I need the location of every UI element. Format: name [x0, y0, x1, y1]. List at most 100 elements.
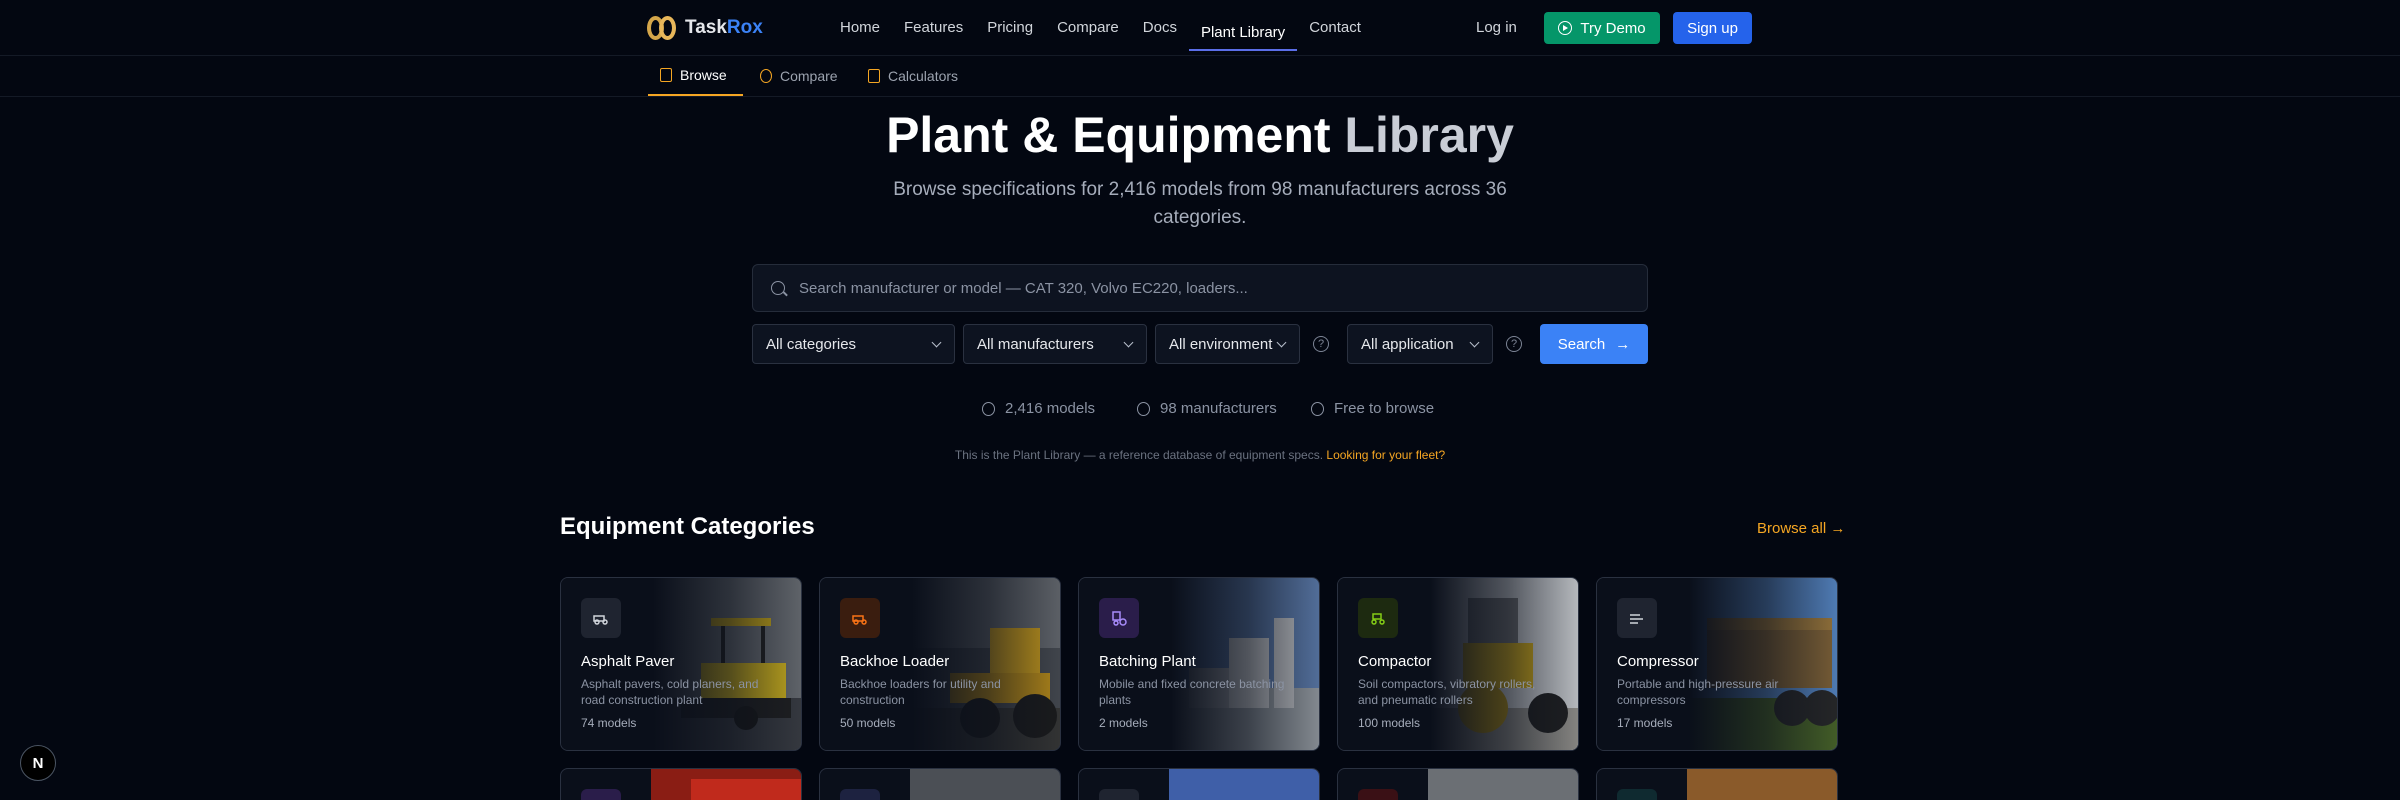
top-nav: TaskRox Home Features Pricing Compare Do…	[0, 0, 2400, 56]
category-select[interactable]: All categories	[752, 324, 955, 364]
page-title-fade: Library	[1344, 107, 1514, 163]
chevron-down-icon	[931, 337, 942, 347]
category-select-value: All categories	[766, 335, 857, 353]
compare-icon	[760, 69, 772, 83]
tab-compare-label: Compare	[780, 68, 838, 84]
login-link[interactable]: Log in	[1464, 16, 1529, 39]
category-image	[1687, 769, 1837, 800]
compressor-icon	[1617, 598, 1657, 638]
application-select-value: All application	[1361, 335, 1454, 353]
search-box[interactable]	[752, 264, 1648, 312]
search-icon	[1311, 401, 1324, 416]
category-name: Compressor	[1617, 653, 1699, 670]
logo[interactable]: TaskRox	[647, 14, 763, 42]
try-demo-button[interactable]: Try Demo	[1544, 12, 1660, 44]
nav-features[interactable]: Features	[892, 10, 975, 46]
category-card-asphalt-paver[interactable]: Asphalt Paver Asphalt pavers, cold plane…	[560, 577, 802, 751]
nav-links: Home Features Pricing Compare Docs Plant…	[828, 0, 1373, 56]
brand-name-part2: Rox	[726, 17, 763, 38]
environment-select[interactable]: All environment	[1155, 324, 1300, 364]
fleet-link[interactable]: Looking for your fleet?	[1326, 448, 1445, 462]
logo-mark-icon	[647, 14, 677, 42]
category-image	[651, 769, 801, 800]
category-count: 74 models	[581, 716, 637, 730]
manufacturer-select-value: All manufacturers	[977, 335, 1094, 353]
category-image	[1169, 769, 1319, 800]
category-description: Portable and high-pressure air compresso…	[1617, 677, 1779, 707]
category-card-row2-2[interactable]	[819, 768, 1061, 800]
page-title: Plant & Equipment Library	[0, 106, 2400, 164]
stat-free-label: Free to browse	[1334, 400, 1435, 417]
category-count: 2 models	[1099, 716, 1148, 730]
search-input[interactable]	[799, 279, 1619, 297]
environment-help-icon[interactable]: ?	[1313, 336, 1329, 352]
category-card-compactor[interactable]: Compactor Soil compactors, vibratory rol…	[1337, 577, 1579, 751]
browse-all-label: Browse all	[1757, 520, 1827, 537]
browse-all-link[interactable]: Browse all →	[1757, 520, 1845, 537]
search-icon	[771, 281, 785, 295]
category-name: Asphalt Paver	[581, 653, 675, 670]
tab-compare[interactable]: Compare	[748, 56, 850, 96]
category-card-compressor[interactable]: Compressor Portable and high-pressure ai…	[1596, 577, 1838, 751]
section-title: Equipment Categories	[560, 513, 815, 540]
tab-browse[interactable]: Browse	[648, 56, 743, 96]
tab-calculators[interactable]: Calculators	[856, 56, 970, 96]
disclaimer-text: This is the Plant Library — a reference …	[954, 448, 1327, 462]
try-demo-label: Try Demo	[1580, 19, 1646, 37]
category-card-batching-plant[interactable]: Batching Plant Mobile and fixed concrete…	[1078, 577, 1320, 751]
search-button[interactable]: Search →	[1540, 324, 1648, 364]
category-card-row2-1[interactable]	[560, 768, 802, 800]
category-icon	[1617, 789, 1657, 800]
nav-home[interactable]: Home	[828, 10, 892, 46]
play-icon	[1558, 21, 1573, 35]
category-name: Batching Plant	[1099, 653, 1196, 670]
environment-select-value: All environment	[1169, 335, 1273, 353]
category-card-row2-3[interactable]	[1078, 768, 1320, 800]
chevron-down-icon	[1469, 337, 1480, 347]
page-subtitle: Browse specifications for 2,416 models f…	[893, 179, 1507, 228]
brand-name-part1: Task	[685, 17, 727, 38]
users-icon	[1137, 401, 1150, 416]
manufacturer-select[interactable]: All manufacturers	[963, 324, 1147, 364]
category-description: Backhoe loaders for utility and construc…	[840, 677, 1001, 707]
sign-up-button[interactable]: Sign up	[1673, 12, 1752, 44]
chevron-down-icon	[1123, 337, 1134, 347]
category-card-backhoe-loader[interactable]: Backhoe Loader Backhoe loaders for utili…	[819, 577, 1061, 751]
compactor-icon	[1358, 598, 1398, 638]
search-button-label: Search	[1557, 335, 1606, 353]
nav-docs[interactable]: Docs	[1131, 10, 1189, 46]
nav-plant-library[interactable]: Plant Library	[1188, 6, 1298, 51]
application-select[interactable]: All application	[1347, 324, 1493, 364]
calculator-icon	[868, 69, 880, 83]
application-help-icon[interactable]: ?	[1506, 336, 1522, 352]
category-name: Backhoe Loader	[840, 653, 950, 670]
category-count: 17 models	[1617, 716, 1673, 730]
next-dev-badge[interactable]: N	[20, 745, 56, 781]
category-description: Asphalt pavers, cold planers, and road c…	[581, 677, 759, 707]
category-description: Mobile and fixed concrete batching plant…	[1099, 677, 1285, 707]
stat-free: Free to browse	[1311, 400, 1434, 417]
tab-calculators-label: Calculators	[888, 68, 959, 84]
chevron-down-icon	[1276, 337, 1287, 347]
stat-models: 2,416 models	[982, 400, 1095, 417]
category-icon	[581, 789, 621, 800]
disclaimer: This is the Plant Library — a reference …	[0, 448, 2400, 462]
brand-name: TaskRox	[685, 17, 763, 39]
category-card-row2-5[interactable]	[1596, 768, 1838, 800]
category-icon	[840, 789, 880, 800]
nav-contact[interactable]: Contact	[1297, 10, 1373, 46]
stat-manufacturers: 98 manufacturers	[1137, 400, 1277, 417]
category-name: Compactor	[1358, 653, 1432, 670]
category-card-row2-4[interactable]	[1337, 768, 1579, 800]
nav-pricing[interactable]: Pricing	[975, 10, 1045, 46]
arrow-right-icon: →	[1830, 520, 1846, 537]
category-icon	[1099, 789, 1139, 800]
nav-compare[interactable]: Compare	[1045, 10, 1131, 46]
paver-icon	[581, 598, 621, 638]
arrow-right-icon: →	[1615, 335, 1631, 353]
database-icon	[982, 401, 995, 416]
category-count: 50 models	[840, 716, 896, 730]
book-icon	[660, 68, 672, 82]
stat-models-label: 2,416 models	[1005, 400, 1096, 417]
stat-manufacturers-label: 98 manufacturers	[1160, 400, 1277, 417]
